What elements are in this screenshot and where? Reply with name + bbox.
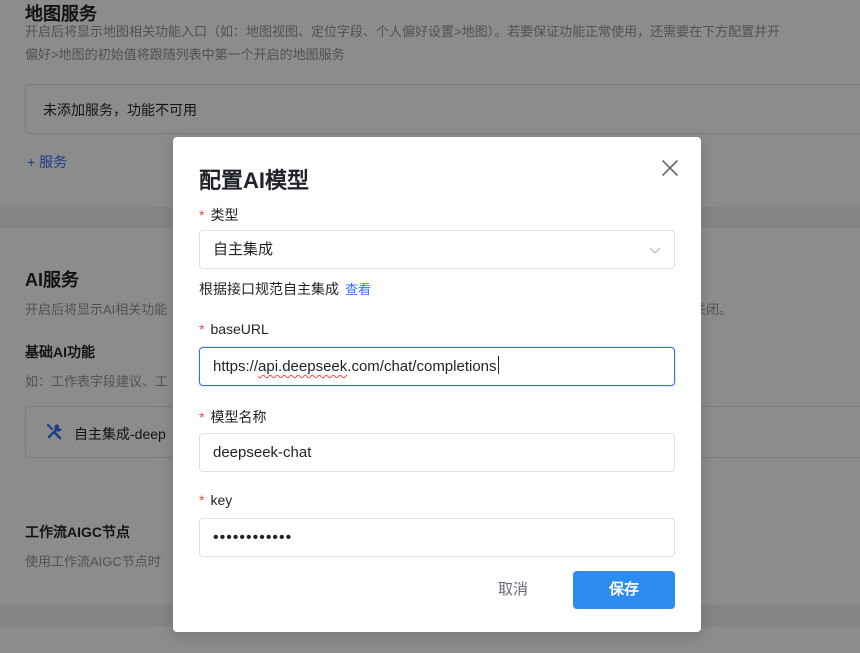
model-name-label: * 模型名称 — [199, 407, 266, 427]
configure-ai-model-dialog: 配置AI模型 * 类型 自主集成 根据接口规范自主集成 查看 * baseURL ht… — [173, 137, 701, 632]
required-mark: * — [199, 492, 205, 508]
type-label-text: 类型 — [210, 207, 239, 223]
cancel-button[interactable]: 取消 — [467, 571, 559, 609]
model-name-value: deepseek-chat — [213, 444, 312, 461]
key-label: * key — [199, 492, 232, 508]
required-mark: * — [199, 409, 205, 425]
type-label: * 类型 — [199, 205, 238, 225]
model-name-input[interactable]: deepseek-chat — [199, 433, 675, 472]
key-input[interactable]: •••••••••••• — [199, 518, 675, 557]
save-button[interactable]: 保存 — [573, 571, 675, 609]
key-label-text: key — [210, 492, 233, 508]
type-select-value: 自主集成 — [213, 241, 274, 258]
base-url-label-text: baseURL — [210, 321, 269, 337]
type-select[interactable]: 自主集成 — [199, 230, 675, 269]
text-caret — [497, 356, 499, 374]
integration-hint-text: 根据接口规范自主集成 — [199, 281, 339, 297]
close-button[interactable] — [659, 157, 681, 179]
close-icon — [662, 160, 678, 176]
base-url-label: * baseURL — [199, 321, 269, 337]
model-name-label-text: 模型名称 — [210, 409, 267, 425]
base-url-prefix: https:// — [213, 358, 259, 375]
required-mark: * — [199, 321, 205, 337]
integration-hint: 根据接口规范自主集成 查看 — [199, 279, 371, 299]
base-url-suffix: .com/chat/completions — [347, 358, 497, 375]
key-masked-value: •••••••••••• — [213, 529, 293, 546]
base-url-misspelled: api.deepseek — [258, 358, 348, 375]
base-url-input[interactable]: https://api.deepseek.com/chat/completion… — [199, 347, 675, 386]
dialog-title: 配置AI模型 — [199, 168, 310, 193]
view-spec-link[interactable]: 查看 — [345, 282, 371, 297]
required-mark: * — [199, 207, 205, 223]
chevron-down-icon — [649, 247, 661, 254]
